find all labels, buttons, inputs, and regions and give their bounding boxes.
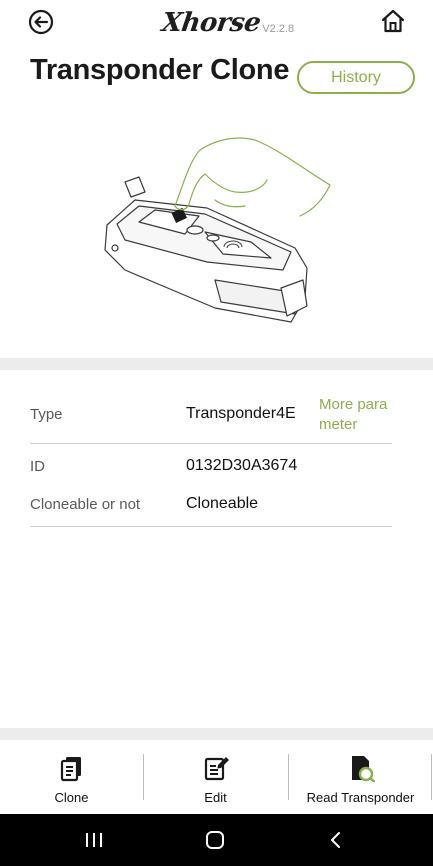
edit-label: Edit bbox=[204, 790, 227, 805]
clone-label: Clone bbox=[54, 790, 89, 805]
xhorse-logo: Xhorse V2.2.8 bbox=[159, 6, 295, 38]
info-row-type: Type Transponder4E More parameter bbox=[30, 390, 392, 444]
type-value: Transponder4E bbox=[186, 405, 296, 422]
recent-apps-icon[interactable] bbox=[84, 832, 104, 848]
top-bar: Xhorse V2.2.8 bbox=[0, 0, 433, 48]
home-icon[interactable] bbox=[380, 8, 406, 34]
action-separator bbox=[431, 754, 432, 800]
edit-button[interactable]: Edit bbox=[143, 740, 288, 814]
bottom-divider bbox=[0, 728, 433, 740]
app-version: V2.2.8 bbox=[262, 23, 295, 35]
transponder-info: Type Transponder4E More parameter ID 013… bbox=[30, 390, 392, 527]
system-navigation-bar bbox=[0, 814, 433, 866]
clone-button[interactable]: Clone bbox=[0, 740, 143, 814]
logo-text: Xhorse bbox=[159, 8, 263, 38]
read-transponder-button[interactable]: Read Transponder bbox=[288, 740, 433, 814]
page-title: Transponder Clone bbox=[30, 54, 290, 86]
clone-icon bbox=[60, 757, 81, 782]
bottom-action-bar: Clone Edit Read Transponder bbox=[0, 740, 433, 814]
cloneable-label: Cloneable or not bbox=[30, 496, 141, 513]
read-transponder-label: Read Transponder bbox=[306, 790, 415, 805]
edit-icon bbox=[204, 757, 229, 781]
id-value: 0132D30A3674 bbox=[186, 457, 298, 474]
section-divider bbox=[0, 358, 433, 370]
system-home-icon[interactable] bbox=[204, 829, 226, 851]
info-row-id: ID 0132D30A3674 bbox=[30, 444, 392, 486]
id-label: ID bbox=[30, 458, 45, 475]
key-tool-illustration bbox=[104, 137, 331, 323]
cloneable-value: Cloneable bbox=[186, 495, 259, 512]
type-label: Type bbox=[30, 406, 63, 423]
system-back-icon[interactable] bbox=[326, 830, 346, 850]
history-button[interactable]: History bbox=[297, 61, 415, 94]
read-transponder-icon bbox=[351, 756, 375, 782]
more-parameter-link[interactable]: More parameter bbox=[319, 395, 393, 435]
info-row-cloneable: Cloneable or not Cloneable bbox=[30, 486, 392, 527]
back-icon[interactable] bbox=[28, 9, 54, 35]
